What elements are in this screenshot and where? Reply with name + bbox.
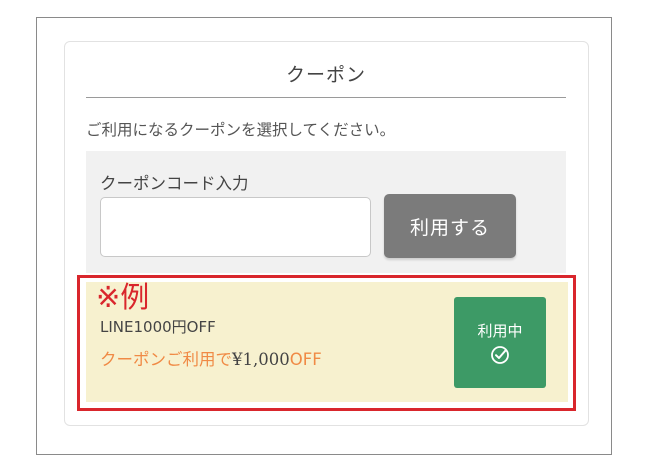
coupon-name: LINE1000円OFF xyxy=(100,318,216,336)
coupon-code-label: クーポンコード入力 xyxy=(100,174,249,193)
example-annotation: ※例 xyxy=(96,280,150,314)
coupon-code-input[interactable] xyxy=(100,197,371,257)
coupon-instruction: ご利用になるクーポンを選択してください。 xyxy=(86,121,396,139)
coupon-in-use-button[interactable]: 利用中 xyxy=(454,297,546,388)
apply-coupon-button[interactable]: 利用する xyxy=(384,194,516,258)
coupon-discount-text: クーポンご利用で¥1,000OFF xyxy=(100,346,322,370)
coupon-title: クーポン xyxy=(285,64,366,86)
discount-suffix: OFF xyxy=(289,350,322,369)
in-use-label: 利用中 xyxy=(477,322,523,340)
check-circle-icon xyxy=(490,345,510,365)
discount-prefix: クーポンご利用で xyxy=(100,350,232,369)
discount-amount: ¥1,000 xyxy=(232,350,290,369)
title-divider xyxy=(86,97,566,98)
